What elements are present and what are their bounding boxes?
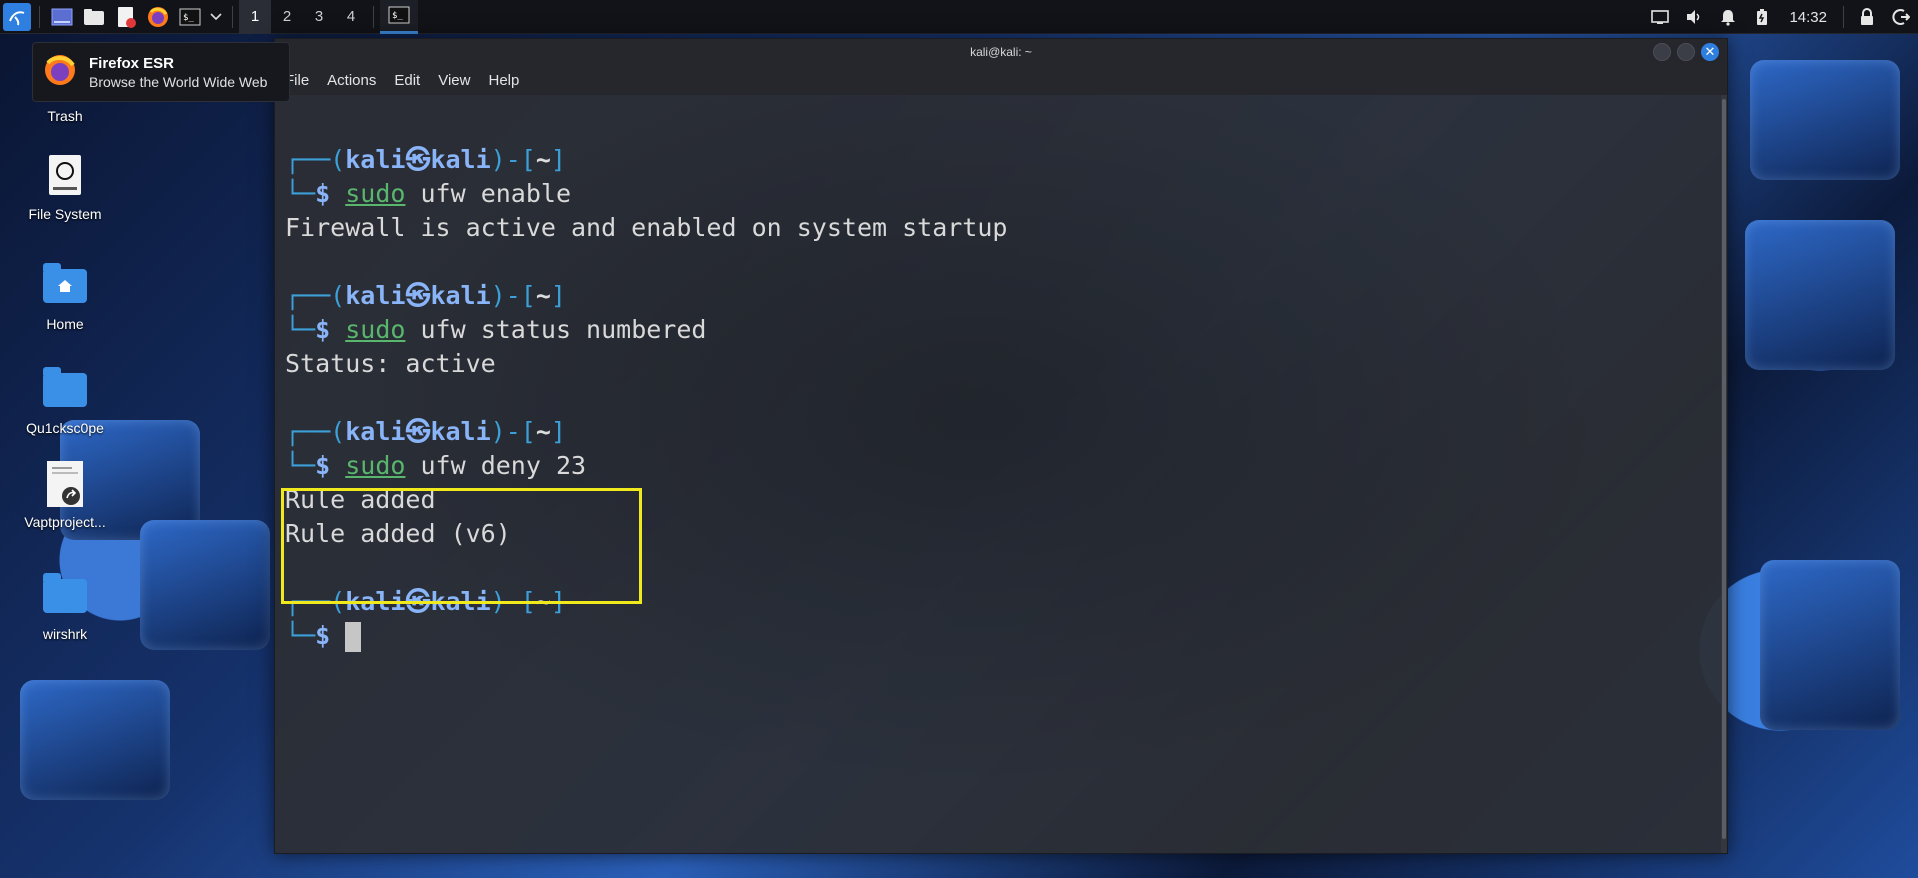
desktop-icon-file-system[interactable]: File System — [10, 152, 120, 222]
command-output: Firewall is active and enabled on system… — [285, 213, 1008, 242]
menu-view[interactable]: View — [438, 72, 470, 89]
command-output: Status: active — [285, 349, 496, 378]
display-icon[interactable] — [1645, 3, 1675, 31]
desktop-icon-label: File System — [28, 206, 102, 222]
clock[interactable]: 14:32 — [1779, 9, 1837, 26]
desktop-icon-label: wirshrk — [42, 626, 88, 642]
system-tray: 14:32 — [1643, 0, 1918, 34]
desktop-icon-home[interactable]: Home — [10, 262, 120, 332]
wallpaper-tile — [1760, 560, 1900, 730]
firefox-icon[interactable] — [144, 3, 172, 31]
terminal-window: kali@kali: ~ ✕ File Actions Edit View He… — [274, 38, 1728, 854]
lock-icon[interactable] — [1852, 3, 1882, 31]
battery-icon[interactable] — [1747, 3, 1777, 31]
menu-bar: File Actions Edit View Help — [275, 65, 1727, 95]
desktop-icon-vaptproject[interactable]: Vaptproject... — [10, 460, 120, 530]
tooltip-subtitle: Browse the World Wide Web — [89, 73, 268, 90]
volume-icon[interactable] — [1679, 3, 1709, 31]
window-title: kali@kali: ~ — [970, 45, 1032, 59]
chevron-down-icon[interactable] — [208, 3, 224, 31]
home-folder-icon — [41, 262, 89, 310]
menu-edit[interactable]: Edit — [394, 72, 420, 89]
document-shortcut-icon — [41, 460, 89, 508]
text-cursor — [345, 622, 362, 652]
panel-separator — [373, 5, 374, 28]
prompt-line: ┌──(kali㉿kali)-[~] — [285, 417, 566, 446]
prompt-line: ┌──(kali㉿kali)-[~] — [285, 145, 566, 174]
workspace-4[interactable]: 4 — [335, 0, 367, 34]
desktop-icon-label: Qu1cksc0pe — [26, 420, 104, 436]
scrollbar-thumb[interactable] — [1722, 99, 1726, 839]
minimize-button[interactable] — [1653, 43, 1671, 61]
window-titlebar[interactable]: kali@kali: ~ ✕ — [275, 39, 1727, 65]
notification-bell-icon[interactable] — [1713, 3, 1743, 31]
file-manager-icon[interactable] — [80, 3, 108, 31]
wallpaper-tile — [1750, 60, 1900, 180]
input-line[interactable]: └─$ — [285, 619, 1721, 653]
close-icon: ✕ — [1704, 44, 1716, 60]
terminal-output[interactable]: ┌──(kali㉿kali)-[~] └─$ sudo ufw enable F… — [275, 95, 1721, 853]
desktop-icon-wirshrk[interactable]: wirshrk — [10, 572, 120, 642]
panel-separator — [1843, 6, 1844, 28]
terminal-launcher-icon[interactable]: $_ — [176, 3, 204, 31]
command-line: └─$ sudo ufw deny 23 — [285, 451, 587, 480]
logout-icon[interactable] — [1886, 3, 1916, 31]
wallpaper-tile — [1745, 220, 1895, 370]
command-line: └─$ sudo ufw status numbered — [285, 315, 707, 344]
highlight-annotation — [281, 488, 642, 604]
tooltip-title: Firefox ESR — [89, 54, 175, 72]
workspace-1[interactable]: 1 — [239, 0, 271, 34]
workspace-3[interactable]: 3 — [303, 0, 335, 34]
prompt-line: ┌──(kali㉿kali)-[~] — [285, 281, 566, 310]
desktop-icon-label: Home — [46, 316, 84, 332]
panel-separator — [232, 5, 233, 28]
desktop-icon-label: Vaptproject... — [24, 514, 106, 530]
desktop-icon-label: Trash — [47, 108, 83, 124]
kali-menu-icon[interactable] — [3, 2, 31, 31]
show-desktop-icon[interactable] — [48, 3, 76, 31]
workspace-2[interactable]: 2 — [271, 0, 303, 34]
menu-help[interactable]: Help — [488, 72, 519, 89]
wallpaper-tile — [140, 520, 270, 650]
close-button[interactable]: ✕ — [1701, 43, 1719, 61]
drive-icon — [41, 152, 89, 200]
svg-text:$_: $_ — [183, 13, 194, 23]
command-line: └─$ sudo ufw enable — [285, 179, 572, 208]
desktop-icon-qu1cksc0pe[interactable]: Qu1cksc0pe — [10, 366, 120, 436]
taskbar-terminal-window[interactable]: $_ — [380, 0, 418, 34]
svg-text:$_: $_ — [392, 11, 403, 21]
wallpaper-tile — [20, 680, 170, 800]
text-editor-icon[interactable] — [112, 3, 140, 31]
top-panel: $_ 1 2 3 4 $_ 14:32 — [0, 0, 1918, 34]
launcher-tooltip: Firefox ESR Browse the World Wide Web — [32, 42, 290, 102]
menu-actions[interactable]: Actions — [327, 72, 376, 89]
folder-icon — [41, 366, 89, 414]
folder-icon — [41, 572, 89, 620]
firefox-icon — [43, 53, 77, 92]
maximize-button[interactable] — [1677, 43, 1695, 61]
panel-separator — [39, 5, 40, 28]
scrollbar[interactable] — [1721, 95, 1727, 853]
